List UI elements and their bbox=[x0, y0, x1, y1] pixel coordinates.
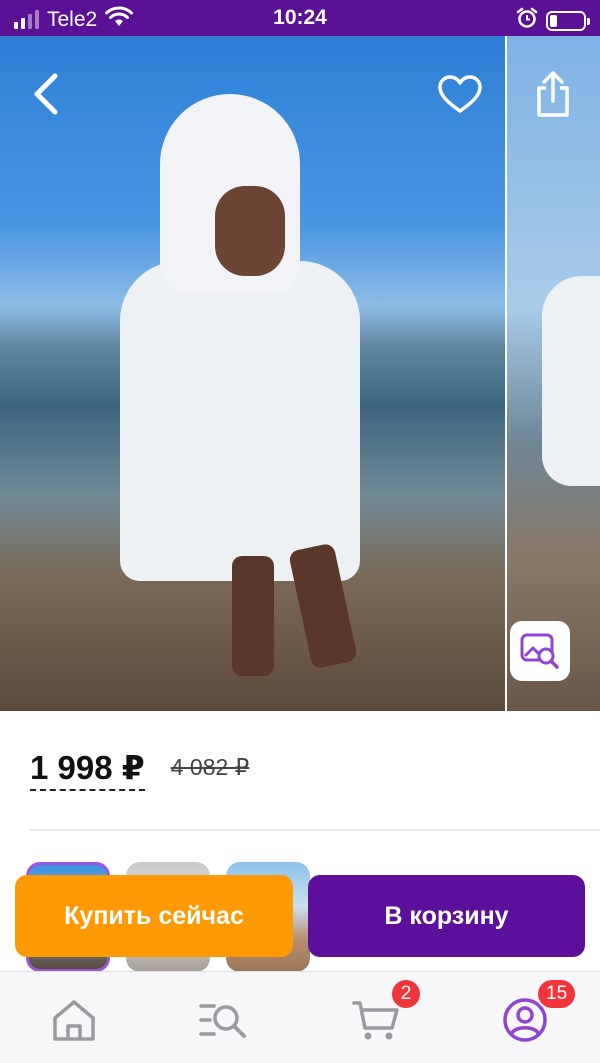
divider bbox=[30, 829, 600, 831]
share-icon bbox=[537, 71, 569, 117]
alarm-icon bbox=[516, 7, 538, 34]
tab-catalog[interactable] bbox=[194, 990, 254, 1050]
status-bar: Tele2 10:24 bbox=[0, 0, 600, 36]
image-search-button[interactable] bbox=[510, 621, 570, 681]
tab-home[interactable] bbox=[44, 990, 104, 1050]
chevron-left-icon bbox=[34, 73, 58, 115]
product-photo-gallery[interactable] bbox=[0, 36, 600, 711]
product-photo[interactable] bbox=[0, 36, 505, 711]
heart-icon bbox=[438, 75, 482, 113]
status-time: 10:24 bbox=[273, 6, 327, 29]
search-list-icon bbox=[199, 1004, 246, 1038]
back-button[interactable] bbox=[22, 70, 70, 118]
current-price[interactable]: 1 998 ₽ bbox=[30, 748, 145, 791]
price-row: 1 998 ₽ 4 082 ₽ bbox=[30, 748, 249, 791]
share-button[interactable] bbox=[528, 66, 578, 122]
bottom-tab-bar bbox=[0, 971, 600, 1063]
buy-now-button[interactable]: Купить сейчас bbox=[15, 875, 293, 957]
status-right bbox=[516, 7, 590, 34]
favorite-button[interactable] bbox=[434, 70, 486, 118]
profile-notification-badge: 15 bbox=[536, 978, 578, 1010]
battery-icon bbox=[546, 10, 590, 31]
add-to-cart-button[interactable]: В корзину bbox=[308, 875, 585, 957]
image-search-icon bbox=[520, 633, 559, 669]
old-price: 4 082 ₽ bbox=[170, 754, 250, 780]
home-icon bbox=[53, 1000, 95, 1041]
cart-count-badge: 2 bbox=[390, 978, 422, 1010]
